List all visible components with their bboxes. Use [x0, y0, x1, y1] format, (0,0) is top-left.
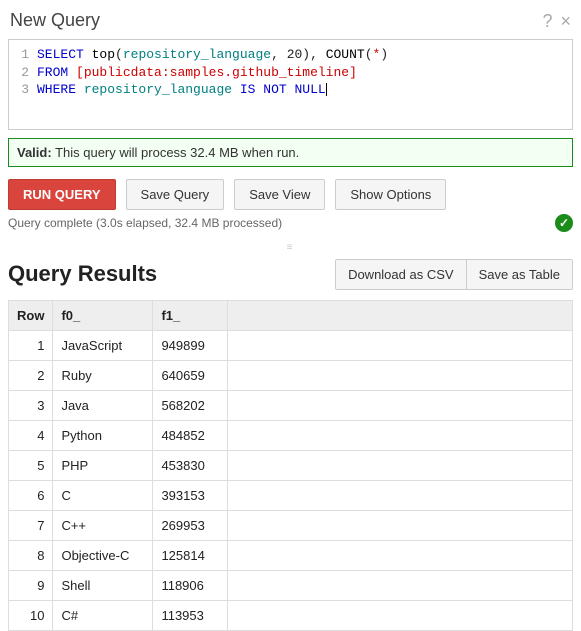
toolbar: RUN QUERY Save Query Save View Show Opti…: [8, 179, 573, 210]
validation-label: Valid:: [17, 145, 52, 160]
table-row: 3Java568202: [9, 390, 573, 420]
table-row: 4Python484852: [9, 420, 573, 450]
cell-empty: [228, 330, 573, 360]
cell-f1: 568202: [153, 390, 228, 420]
table-row: 2Ruby640659: [9, 360, 573, 390]
save-view-button[interactable]: Save View: [234, 179, 325, 210]
line-number: 3: [15, 81, 37, 99]
results-actions: Download as CSV Save as Table: [335, 259, 573, 290]
cell-f0: C: [53, 480, 153, 510]
validation-text: This query will process 32.4 MB when run…: [52, 145, 300, 160]
cell-f0: Shell: [53, 570, 153, 600]
table-row: 6C393153: [9, 480, 573, 510]
cell-f1: 640659: [153, 360, 228, 390]
cell-f0: JavaScript: [53, 330, 153, 360]
table-row: 9Shell118906: [9, 570, 573, 600]
cell-row: 1: [9, 330, 53, 360]
cell-f0: C#: [53, 600, 153, 630]
cell-row: 3: [9, 390, 53, 420]
cell-empty: [228, 480, 573, 510]
cell-row: 6: [9, 480, 53, 510]
table-row: 1JavaScript949899: [9, 330, 573, 360]
line-number: 2: [15, 64, 37, 82]
col-header-row: Row: [9, 300, 53, 330]
cell-empty: [228, 600, 573, 630]
code-line: FROM [publicdata:samples.github_timeline…: [37, 64, 357, 82]
cell-empty: [228, 360, 573, 390]
cell-empty: [228, 510, 573, 540]
code-line: SELECT top(repository_language, 20), COU…: [37, 46, 388, 64]
cell-row: 2: [9, 360, 53, 390]
col-header-f1: f1_: [153, 300, 228, 330]
cell-f1: 118906: [153, 570, 228, 600]
help-icon[interactable]: ?: [542, 12, 552, 30]
cell-f0: Ruby: [53, 360, 153, 390]
panel-header: New Query ? ×: [8, 8, 573, 39]
results-table: Row f0_ f1_ 1JavaScript9498992Ruby640659…: [8, 300, 573, 631]
drag-handle[interactable]: ≡: [8, 242, 573, 253]
cell-f1: 453830: [153, 450, 228, 480]
cell-row: 8: [9, 540, 53, 570]
cell-row: 5: [9, 450, 53, 480]
cell-row: 9: [9, 570, 53, 600]
code-line: WHERE repository_language IS NOT NULL: [37, 81, 327, 99]
cell-f1: 113953: [153, 600, 228, 630]
cell-row: 4: [9, 420, 53, 450]
status-ok-icon: ✓: [555, 214, 573, 232]
text-cursor: [326, 83, 327, 96]
cell-f1: 393153: [153, 480, 228, 510]
save-query-button[interactable]: Save Query: [126, 179, 225, 210]
cell-row: 7: [9, 510, 53, 540]
table-row: 7C++269953: [9, 510, 573, 540]
cell-empty: [228, 420, 573, 450]
cell-f1: 484852: [153, 420, 228, 450]
cell-f1: 125814: [153, 540, 228, 570]
cell-empty: [228, 540, 573, 570]
table-row: 10C#113953: [9, 600, 573, 630]
query-editor[interactable]: 1 SELECT top(repository_language, 20), C…: [8, 39, 573, 130]
col-header-empty: [228, 300, 573, 330]
table-row: 8Objective-C125814: [9, 540, 573, 570]
cell-f0: PHP: [53, 450, 153, 480]
cell-empty: [228, 390, 573, 420]
cell-row: 10: [9, 600, 53, 630]
page-title: New Query: [10, 10, 100, 31]
close-icon[interactable]: ×: [560, 12, 571, 30]
run-query-button[interactable]: RUN QUERY: [8, 179, 116, 210]
cell-f1: 949899: [153, 330, 228, 360]
status-text: Query complete (3.0s elapsed, 32.4 MB pr…: [8, 216, 282, 230]
cell-f0: Objective-C: [53, 540, 153, 570]
validation-bar: Valid: This query will process 32.4 MB w…: [8, 138, 573, 167]
cell-f0: C++: [53, 510, 153, 540]
cell-empty: [228, 450, 573, 480]
col-header-f0: f0_: [53, 300, 153, 330]
download-csv-button[interactable]: Download as CSV: [336, 260, 466, 289]
show-options-button[interactable]: Show Options: [335, 179, 446, 210]
cell-f0: Java: [53, 390, 153, 420]
cell-f0: Python: [53, 420, 153, 450]
cell-f1: 269953: [153, 510, 228, 540]
save-table-button[interactable]: Save as Table: [466, 260, 572, 289]
results-title: Query Results: [8, 261, 157, 287]
cell-empty: [228, 570, 573, 600]
line-number: 1: [15, 46, 37, 64]
table-row: 5PHP453830: [9, 450, 573, 480]
